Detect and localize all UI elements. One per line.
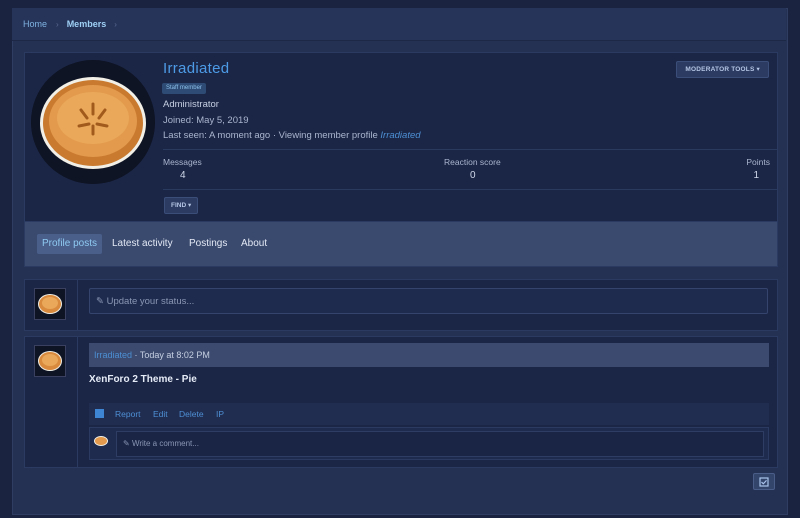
tab-about[interactable]: About — [236, 234, 272, 254]
joined-date: Joined: May 5, 2019 — [163, 115, 249, 126]
caret-down-icon: ▾ — [187, 202, 192, 209]
moderator-tools-label: MODERATOR TOOLS — [685, 66, 755, 73]
delete-link[interactable]: Delete — [179, 403, 204, 425]
tab-latest-activity[interactable]: Latest activity — [107, 234, 178, 254]
post-actions: Report Edit Delete IP — [89, 403, 769, 425]
status-input[interactable]: ✎ Update your status... — [89, 288, 768, 314]
find-label: FIND — [171, 202, 187, 209]
last-seen-text: Last seen: A moment ago · Viewing member… — [163, 130, 378, 141]
select-toggle-button[interactable] — [753, 473, 775, 490]
breadcrumb-separator: › — [56, 19, 59, 29]
breadcrumb-members[interactable]: Members — [67, 19, 107, 29]
caret-down-icon: ▾ — [756, 66, 760, 73]
select-checkbox[interactable] — [95, 409, 104, 418]
post-time[interactable]: Today at 8:02 PM — [140, 350, 210, 360]
moderator-tools-button[interactable]: MODERATOR TOOLS ▾ — [676, 61, 769, 78]
stat-value-messages[interactable]: 4 — [180, 170, 186, 181]
find-button[interactable]: FIND ▾ — [164, 197, 199, 214]
divider — [163, 149, 777, 150]
profile-post: Irradiated · Today at 8:02 PM XenForo 2 … — [24, 336, 778, 468]
checkbox-icon — [759, 476, 769, 487]
member-header: Irradiated Staff member Administrator Jo… — [24, 52, 778, 222]
ip-link[interactable]: IP — [216, 403, 224, 425]
stat-label-messages: Messages — [163, 157, 202, 167]
stat-value-points[interactable]: 1 — [753, 170, 759, 181]
post-avatar[interactable] — [34, 345, 66, 377]
staff-badge: Staff member — [162, 83, 206, 94]
breadcrumb: Home › Members › — [12, 8, 786, 41]
last-seen-link[interactable]: Irradiated — [380, 130, 420, 141]
post-author[interactable]: Irradiated — [94, 350, 132, 360]
post-body: XenForo 2 Theme - Pie — [89, 374, 197, 385]
breadcrumb-separator: › — [114, 19, 117, 29]
pie-icon — [38, 351, 62, 371]
breadcrumb-home[interactable]: Home — [23, 19, 47, 29]
user-role: Administrator — [163, 99, 219, 110]
stat-label-reaction-score: Reaction score — [444, 157, 501, 167]
pie-icon — [94, 436, 108, 446]
profile-avatar[interactable] — [31, 60, 155, 184]
stat-label-points: Points — [746, 157, 770, 167]
status-avatar-column — [25, 280, 78, 330]
tab-profile-posts[interactable]: Profile posts — [37, 234, 103, 254]
comment-placeholder: Write a comment... — [131, 439, 199, 448]
pie-icon — [38, 294, 62, 314]
tab-postings[interactable]: Postings — [184, 234, 232, 254]
comment-row: ✎ Write a comment... — [89, 427, 769, 460]
pencil-icon: ✎ — [96, 296, 104, 307]
comment-input[interactable]: ✎ Write a comment... — [116, 431, 764, 457]
post-avatar-column — [25, 337, 78, 467]
stat-value-reaction-score: 0 — [470, 170, 476, 181]
last-seen: Last seen: A moment ago · Viewing member… — [163, 130, 421, 141]
post-header: Irradiated · Today at 8:02 PM — [89, 343, 769, 367]
status-placeholder: Update your status... — [106, 296, 195, 307]
pie-icon — [31, 60, 155, 184]
profile-username[interactable]: Irradiated — [163, 60, 229, 77]
divider — [163, 189, 777, 190]
status-update-box: ✎ Update your status... — [24, 279, 778, 331]
report-link[interactable]: Report — [115, 403, 141, 425]
pencil-icon: ✎ — [123, 439, 130, 448]
status-avatar[interactable] — [34, 288, 66, 320]
edit-link[interactable]: Edit — [153, 403, 168, 425]
profile-tabs: Profile posts Latest activity Postings A… — [24, 221, 778, 267]
